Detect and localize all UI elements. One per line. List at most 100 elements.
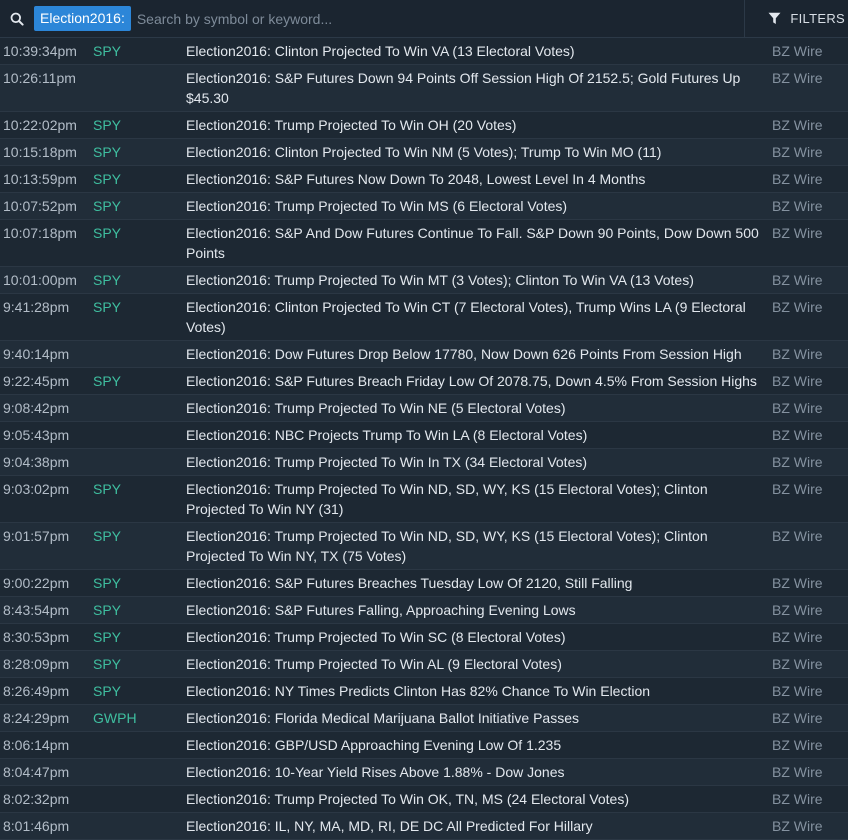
news-time: 8:43:54pm [3,602,70,618]
news-source: BZ Wire [772,791,823,807]
news-row[interactable]: 10:15:18pm SPY Election2016: Clinton Proje… [0,139,848,166]
news-symbol[interactable]: SPY [93,371,186,391]
news-source: BZ Wire [772,764,823,780]
news-symbol[interactable]: SPY [93,600,186,620]
news-row[interactable]: 10:39:34pm SPY Election2016: Clinton Proje… [0,38,848,65]
news-time: 10:15:18pm [3,144,77,160]
news-symbol[interactable]: SPY [93,169,186,189]
news-time: 9:08:42pm [3,400,70,416]
news-symbol[interactable]: GWPH [93,708,186,728]
news-symbol[interactable]: SPY [93,270,186,290]
news-source: BZ Wire [772,575,823,591]
news-row[interactable]: 10:13:59pm SPY Election2016: S&P Futures N… [0,166,848,193]
news-source: BZ Wire [772,683,823,699]
news-time: 8:28:09pm [3,656,70,672]
news-row[interactable]: 8:24:29pm GWPH Election2016: Florida Medic… [0,705,848,732]
news-headline: Election2016: Clinton Projected To Win V… [186,43,575,59]
news-headline: Election2016: S&P Futures Down 94 Points… [186,70,741,106]
news-headline: Election2016: Florida Medical Marijuana … [186,710,579,726]
news-row[interactable]: 9:41:28pm SPY Election2016: Clinton Projec… [0,294,848,341]
news-row[interactable]: 9:08:42pm Election2016: Trump Projected T… [0,395,848,422]
news-time: 8:30:53pm [3,629,70,645]
news-headline: Election2016: Trump Projected To Win ND,… [186,528,708,564]
news-headline: Election2016: Trump Projected To Win SC … [186,629,566,645]
news-symbol[interactable]: SPY [93,627,186,647]
news-headline: Election2016: Trump Projected To Win NE … [186,400,566,416]
news-symbol[interactable]: SPY [93,297,186,317]
news-row[interactable]: 8:02:32pm Election2016: Trump Projected T… [0,786,848,813]
news-headline: Election2016: NBC Projects Trump To Win … [186,427,588,443]
news-headline: Election2016: GBP/USD Approaching Evenin… [186,737,562,753]
news-symbol[interactable]: SPY [93,223,186,243]
news-row[interactable]: 9:00:22pm SPY Election2016: S&P Futures Br… [0,570,848,597]
news-row[interactable]: 9:04:38pm Election2016: Trump Projected T… [0,449,848,476]
news-row[interactable]: 10:07:18pm SPY Election2016: S&P And Dow F… [0,220,848,267]
news-source: BZ Wire [772,818,823,834]
news-headline: Election2016: Dow Futures Drop Below 177… [186,346,742,362]
news-row[interactable]: 8:43:54pm SPY Election2016: S&P Futures Fa… [0,597,848,624]
news-symbol[interactable]: SPY [93,196,186,216]
news-symbol[interactable]: SPY [93,654,186,674]
news-row[interactable]: 8:26:49pm SPY Election2016: NY Times Predi… [0,678,848,705]
news-row[interactable]: 10:22:02pm SPY Election2016: Trump Project… [0,112,848,139]
news-symbol[interactable]: SPY [93,41,186,61]
news-headline: Election2016: Trump Projected To Win In … [186,454,588,470]
news-headline: Election2016: NY Times Predicts Clinton … [186,683,651,699]
news-symbol[interactable]: SPY [93,479,186,499]
news-headline: Election2016: Trump Projected To Win AL … [186,656,562,672]
news-row[interactable]: 9:05:43pm Election2016: NBC Projects Trum… [0,422,848,449]
news-time: 9:05:43pm [3,427,70,443]
news-row[interactable]: 10:26:11pm Election2016: S&P Futures Down… [0,65,848,112]
search-icon[interactable] [0,0,34,38]
news-headline: Election2016: Clinton Projected To Win C… [186,299,746,335]
news-headline: Election2016: S&P And Dow Futures Contin… [186,225,759,261]
news-row[interactable]: 9:22:45pm SPY Election2016: S&P Futures Br… [0,368,848,395]
news-source: BZ Wire [772,70,823,86]
news-source: BZ Wire [772,171,823,187]
news-source: BZ Wire [772,737,823,753]
news-headline: Election2016: Trump Projected To Win MT … [186,272,694,288]
news-symbol[interactable]: SPY [93,681,186,701]
news-symbol[interactable]: SPY [93,142,186,162]
news-source: BZ Wire [772,427,823,443]
news-time: 9:00:22pm [3,575,70,591]
news-symbol[interactable]: SPY [93,115,186,135]
news-time: 9:40:14pm [3,346,70,362]
news-row[interactable]: 8:01:46pm Election2016: IL, NY, MA, MD, R… [0,813,848,840]
news-source: BZ Wire [772,528,823,544]
news-headline: Election2016: Clinton Projected To Win N… [186,144,662,160]
news-time: 10:07:18pm [3,225,77,241]
news-symbol[interactable]: SPY [93,526,186,546]
news-time: 8:26:49pm [3,683,70,699]
news-headline: Election2016: Trump Projected To Win OH … [186,117,517,133]
search-tag[interactable]: Election2016: [34,6,131,31]
news-row[interactable]: 8:04:47pm Election2016: 10-Year Yield Ris… [0,759,848,786]
news-source: BZ Wire [772,117,823,133]
news-source: BZ Wire [772,710,823,726]
news-row[interactable]: 10:07:52pm SPY Election2016: Trump Project… [0,193,848,220]
news-row[interactable]: 8:28:09pm SPY Election2016: Trump Projecte… [0,651,848,678]
news-symbol[interactable]: SPY [93,573,186,593]
news-time: 10:22:02pm [3,117,77,133]
news-source: BZ Wire [772,454,823,470]
news-row[interactable]: 9:01:57pm SPY Election2016: Trump Projecte… [0,523,848,570]
news-time: 8:04:47pm [3,764,70,780]
news-row[interactable]: 8:06:14pm Election2016: GBP/USD Approachi… [0,732,848,759]
news-row[interactable]: 9:40:14pm Election2016: Dow Futures Drop … [0,341,848,368]
news-source: BZ Wire [772,225,823,241]
news-headline: Election2016: 10-Year Yield Rises Above … [186,764,565,780]
news-row[interactable]: 9:03:02pm SPY Election2016: Trump Projecte… [0,476,848,523]
filter-icon [768,12,781,24]
news-source: BZ Wire [772,481,823,497]
news-time: 10:26:11pm [3,70,76,86]
news-time: 10:07:52pm [3,198,77,214]
news-time: 8:24:29pm [3,710,70,726]
news-row[interactable]: 8:30:53pm SPY Election2016: Trump Projecte… [0,624,848,651]
news-time: 9:41:28pm [3,299,70,315]
news-headline: Election2016: S&P Futures Breaches Tuesd… [186,575,633,591]
search-input[interactable] [136,10,697,27]
news-row[interactable]: 10:01:00pm SPY Election2016: Trump Project… [0,267,848,294]
news-time: 9:03:02pm [3,481,70,497]
filters-button[interactable]: FILTERS [744,0,848,37]
news-source: BZ Wire [772,629,823,645]
